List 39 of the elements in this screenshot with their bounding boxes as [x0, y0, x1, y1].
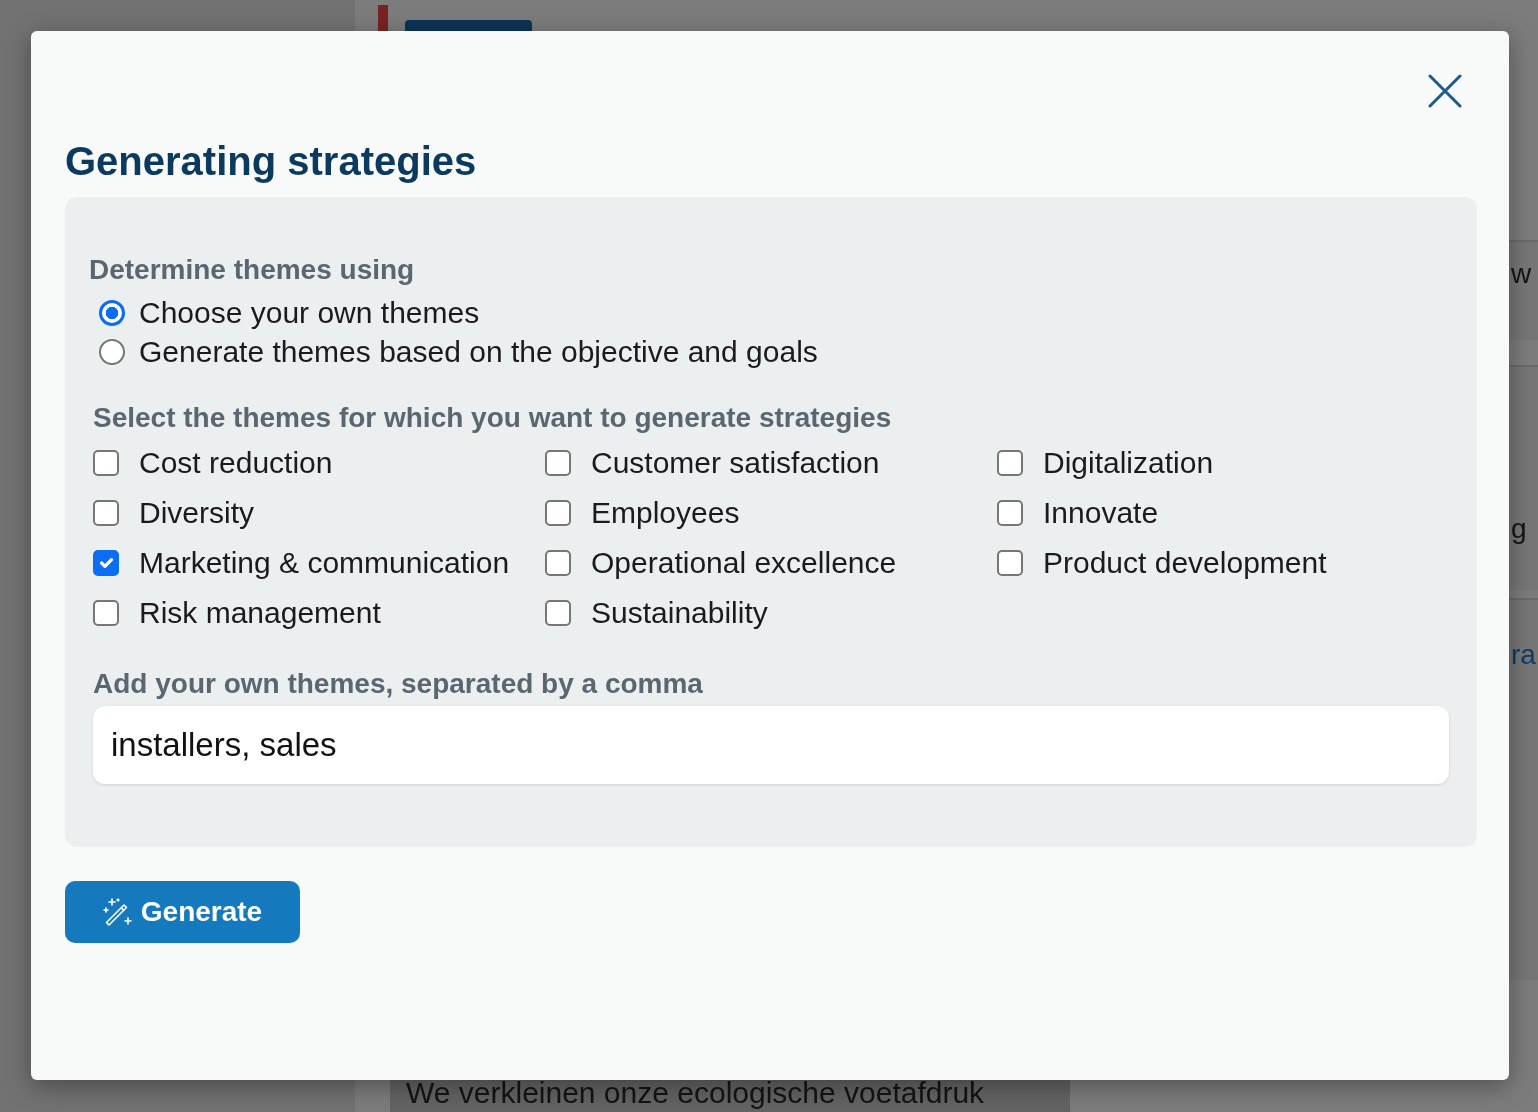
checkbox[interactable] [997, 500, 1023, 526]
close-button[interactable] [1428, 74, 1462, 108]
checkbox[interactable] [545, 450, 571, 476]
checkbox-label[interactable]: Employees [591, 495, 740, 531]
checkbox[interactable] [545, 550, 571, 576]
group-label: Select the themes for which you want to generate strategies [93, 401, 893, 435]
checkbox-label[interactable]: Diversity [139, 495, 254, 531]
background-text: w [1511, 258, 1532, 289]
checkbox[interactable] [93, 500, 119, 526]
radio-label[interactable]: Choose your own themes [139, 294, 480, 331]
checkbox[interactable] [997, 550, 1023, 576]
checkbox-label[interactable]: Cost reduction [139, 445, 333, 481]
checkbox[interactable] [545, 500, 571, 526]
checkbox-label[interactable]: Innovate [1043, 495, 1159, 531]
checkbox[interactable] [545, 600, 571, 626]
magic-wand-icon [102, 897, 133, 927]
checkbox[interactable] [93, 600, 119, 626]
field-label: Add your own themes, separated by a comma [93, 667, 704, 701]
checkbox-label[interactable]: Marketing & communication [139, 545, 510, 581]
checkbox-label[interactable]: Sustainability [591, 595, 768, 631]
checkbox-label[interactable]: Product development [1043, 545, 1327, 581]
checkbox[interactable] [93, 450, 119, 476]
input-field[interactable]: installers, sales [93, 706, 1449, 784]
checkbox-label[interactable]: Operational excellence [591, 545, 897, 581]
checkbox[interactable] [93, 550, 119, 576]
dialog-title: Generating strategies [65, 138, 478, 185]
generate-button[interactable]: Generate [65, 881, 300, 943]
background-text: g [1511, 513, 1527, 544]
radio-label[interactable]: Generate themes based on the objective and goals [139, 333, 818, 370]
group-label: Determine themes using [89, 253, 416, 287]
background-text: We verkleinen onze ecologische voetafdruk [406, 1076, 985, 1109]
checkbox-label[interactable]: Customer satisfaction [591, 445, 880, 481]
close-icon [1428, 74, 1462, 108]
radio-button[interactable] [99, 338, 125, 365]
checkbox-label[interactable]: Risk management [139, 595, 381, 631]
checkbox[interactable] [997, 450, 1023, 476]
checkbox-label[interactable]: Digitalization [1043, 445, 1214, 481]
radio-button[interactable] [99, 299, 125, 326]
accent-bar [378, 5, 388, 31]
